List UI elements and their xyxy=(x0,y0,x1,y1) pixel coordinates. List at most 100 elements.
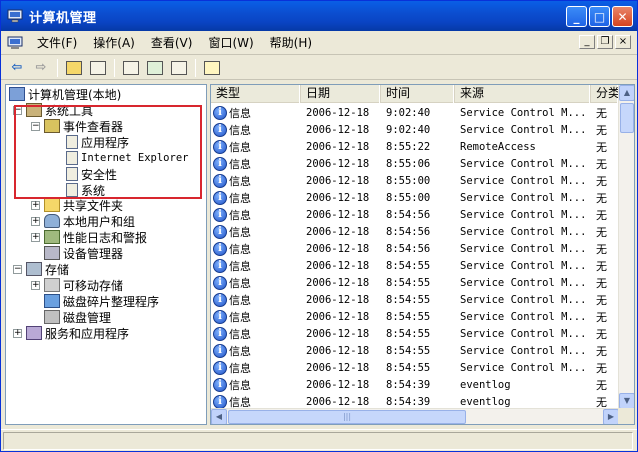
column-header-category[interactable]: 分类 xyxy=(591,85,619,103)
column-header-date[interactable]: 日期 xyxy=(301,85,381,103)
mmc-icon[interactable] xyxy=(7,36,23,50)
tree-item-application-log[interactable]: 应用程序 xyxy=(66,134,129,150)
table-row[interactable]: i 信息 2006-12-18 8:54:56 Service Control M...… xyxy=(211,223,619,240)
column-header-type[interactable]: 类型 xyxy=(211,85,301,103)
table-row[interactable]: i 信息 2006-12-18 8:54:55 Service Control M...… xyxy=(211,342,619,359)
table-row[interactable]: i 信息 2006-12-18 8:55:00 Service Control M...… xyxy=(211,189,619,206)
cell-category: 无 xyxy=(596,225,607,239)
tree-item-storage[interactable]: − 存储 xyxy=(13,261,69,277)
collapse-icon[interactable]: − xyxy=(13,264,22,274)
tree-item-disk-defrag[interactable]: 磁盘碎片整理程序 xyxy=(44,293,159,309)
scroll-left-button[interactable]: ◀ xyxy=(211,409,227,424)
cell-source: eventlog xyxy=(460,378,511,391)
scroll-down-button[interactable]: ▼ xyxy=(619,393,634,409)
tree-item-shared-folders[interactable]: + 共享文件夹 xyxy=(31,197,123,213)
tree-item-local-users[interactable]: + 本地用户和组 xyxy=(31,213,135,229)
maximize-button[interactable]: □ xyxy=(589,6,610,27)
horizontal-scrollbar[interactable]: ◀ ||| ▶ xyxy=(211,408,619,424)
refresh-button[interactable] xyxy=(145,58,165,78)
expand-icon[interactable]: + xyxy=(13,328,22,338)
close-button[interactable]: ✕ xyxy=(612,6,633,27)
menu-file[interactable]: 文件(F) xyxy=(29,33,85,53)
export-list-button[interactable] xyxy=(169,58,189,78)
forward-button[interactable]: ⇨ xyxy=(31,58,51,78)
back-button[interactable]: ⇦ xyxy=(7,58,27,78)
table-row[interactable]: i 信息 2006-12-18 9:02:40 Service Control M...… xyxy=(211,121,619,138)
table-row[interactable]: i 信息 2006-12-18 8:55:22 RemoteAccess 无 xyxy=(211,138,619,155)
child-restore-button[interactable]: ❐ xyxy=(597,35,613,49)
table-row[interactable]: i 信息 2006-12-18 8:54:56 Service Control M...… xyxy=(211,240,619,257)
cell-type: i 信息 xyxy=(211,326,301,342)
minimize-button[interactable]: _ xyxy=(566,6,587,27)
table-row[interactable]: i 信息 2006-12-18 9:02:40 Service Control M...… xyxy=(211,104,619,121)
menu-help[interactable]: 帮助(H) xyxy=(262,33,320,53)
collapse-icon[interactable]: − xyxy=(13,105,22,115)
users-icon xyxy=(44,214,60,228)
tree-item-root[interactable]: 计算机管理(本地) xyxy=(9,86,121,102)
cell-date: 2006-12-18 xyxy=(306,225,370,238)
tree-item-ie-log[interactable]: Internet Explorer xyxy=(66,150,188,166)
help-button[interactable] xyxy=(202,58,222,78)
tree-item-security-log[interactable]: 安全性 xyxy=(66,166,117,182)
menu-window[interactable]: 窗口(W) xyxy=(200,33,261,53)
table-row[interactable]: i 信息 2006-12-18 8:55:00 Service Control M...… xyxy=(211,172,619,189)
scroll-right-button[interactable]: ▶ xyxy=(603,409,619,424)
column-header-source[interactable]: 来源 xyxy=(455,85,591,103)
expand-icon[interactable]: + xyxy=(31,216,40,226)
table-row[interactable]: i 信息 2006-12-18 8:54:55 Service Control M...… xyxy=(211,291,619,308)
tree-item-event-viewer[interactable]: − 事件查看器 xyxy=(31,118,123,134)
table-row[interactable]: i 信息 2006-12-18 8:54:55 Service Control M...… xyxy=(211,308,619,325)
tree-item-label: 本地用户和组 xyxy=(63,214,136,229)
table-row[interactable]: i 信息 2006-12-18 8:54:56 Service Control M...… xyxy=(211,206,619,223)
table-row[interactable]: i 信息 2006-12-18 8:54:55 Service Control M...… xyxy=(211,257,619,274)
tree-item-perf-logs[interactable]: + 性能日志和警报 xyxy=(31,229,147,245)
cell-type: i 信息 xyxy=(211,343,301,359)
collapse-icon[interactable]: − xyxy=(31,121,40,131)
console-tree[interactable]: 计算机管理(本地) − 系统工具 − 事件查看器 应用程序 Internet E… xyxy=(5,84,207,425)
table-row[interactable]: i 信息 2006-12-18 8:55:06 Service Control M...… xyxy=(211,155,619,172)
tree-item-label: 设备管理器 xyxy=(63,246,124,261)
export-list-icon xyxy=(171,60,187,75)
tree-item-system-tools[interactable]: − 系统工具 xyxy=(13,102,93,118)
table-row[interactable]: i 信息 2006-12-18 8:54:55 Service Control M...… xyxy=(211,325,619,342)
cell-category: 无 xyxy=(596,361,607,375)
cell-type: i 信息 xyxy=(211,156,301,172)
cell-source: Service Control M... xyxy=(460,174,587,187)
cell-type: i 信息 xyxy=(211,309,301,325)
tree-item-services-apps[interactable]: + 服务和应用程序 xyxy=(13,325,129,341)
close-icon: ✕ xyxy=(617,9,628,24)
expand-icon[interactable]: + xyxy=(31,200,40,210)
column-header-time[interactable]: 时间 xyxy=(381,85,455,103)
expand-icon[interactable]: + xyxy=(31,280,40,290)
menu-view[interactable]: 查看(V) xyxy=(143,33,201,53)
toolbar-separator xyxy=(57,58,58,77)
tree-item-label: 计算机管理(本地) xyxy=(28,87,122,102)
title-bar[interactable]: 计算机管理 _ □ ✕ xyxy=(1,1,637,31)
up-one-level-button[interactable] xyxy=(64,58,84,78)
vertical-scrollbar[interactable]: ▲ ▼ xyxy=(618,85,634,409)
vertical-scroll-thumb[interactable] xyxy=(620,103,634,133)
properties-button[interactable] xyxy=(121,58,141,78)
cell-type: i 信息 xyxy=(211,105,301,121)
down-arrow-icon: ▼ xyxy=(623,396,631,405)
child-close-button[interactable]: × xyxy=(615,35,631,49)
table-row[interactable]: i 信息 2006-12-18 8:54:55 Service Control M...… xyxy=(211,274,619,291)
menu-action[interactable]: 操作(A) xyxy=(85,33,143,53)
event-list[interactable]: 类型 日期 时间 来源 分类 i 信息 2006-12-18 9:02:40 Servi… xyxy=(210,84,635,425)
expand-icon[interactable]: + xyxy=(31,232,40,242)
child-minimize-button[interactable]: _ xyxy=(579,35,595,49)
horizontal-scroll-thumb[interactable]: ||| xyxy=(228,410,466,424)
tree-item-removable-storage[interactable]: + 可移动存储 xyxy=(31,277,123,293)
cell-date: 2006-12-18 xyxy=(306,344,370,357)
tree-item-device-manager[interactable]: 设备管理器 xyxy=(44,245,123,261)
show-hide-tree-button[interactable] xyxy=(88,58,108,78)
tools-icon xyxy=(26,103,42,117)
tree-item-disk-management[interactable]: 磁盘管理 xyxy=(44,309,111,325)
services-icon xyxy=(26,326,42,340)
cell-type-label: 信息 xyxy=(229,174,251,188)
toolbar-separator xyxy=(195,58,196,77)
scroll-up-button[interactable]: ▲ xyxy=(619,85,634,101)
cell-source: Service Control M... xyxy=(460,191,587,204)
table-row[interactable]: i 信息 2006-12-18 8:54:55 Service Control M...… xyxy=(211,359,619,376)
table-row[interactable]: i 信息 2006-12-18 8:54:39 eventlog 无 xyxy=(211,376,619,393)
